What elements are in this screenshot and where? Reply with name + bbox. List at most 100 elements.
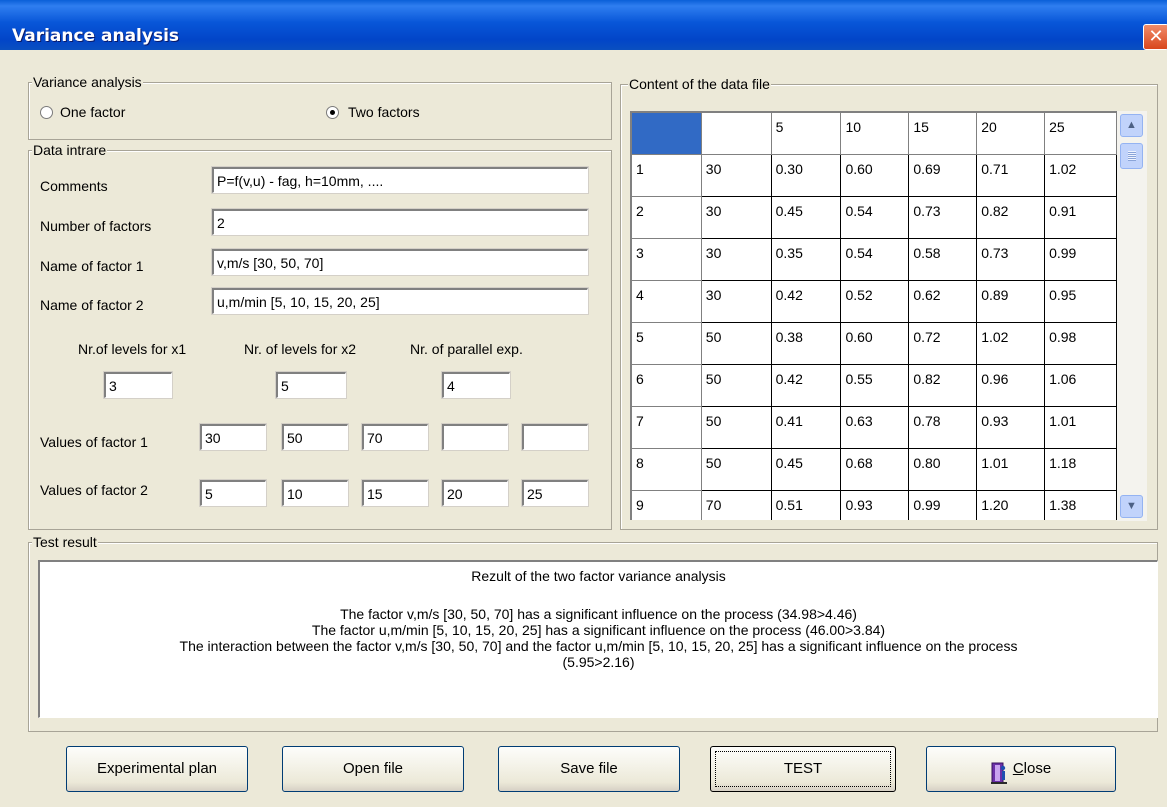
factor1-value-field[interactable]: [521, 423, 589, 451]
grid-cell[interactable]: 0.78: [908, 406, 978, 449]
grid-cell[interactable]: 5: [770, 112, 842, 155]
grid-cell[interactable]: 0.42: [770, 280, 842, 323]
test-result-box[interactable]: Rezult of the two factor variance analys…: [38, 560, 1158, 718]
test-button[interactable]: TEST: [710, 746, 896, 792]
grid-cell[interactable]: 0.45: [770, 196, 842, 239]
one-factor-radio[interactable]: [40, 106, 53, 119]
grid-cell[interactable]: 1.06: [1044, 364, 1117, 407]
grid-cell[interactable]: 0.51: [770, 490, 842, 520]
grid-cell[interactable]: 0.72: [908, 322, 978, 365]
grid-cell[interactable]: 8: [631, 448, 702, 491]
experimental-plan-button[interactable]: Experimental plan: [66, 746, 248, 792]
grid-cell[interactable]: 0.54: [840, 196, 910, 239]
window-close-button[interactable]: ✕: [1143, 24, 1167, 50]
two-factors-label[interactable]: Two factors: [348, 104, 420, 120]
levels-x2-field[interactable]: 5: [275, 371, 347, 399]
scroll-thumb[interactable]: [1120, 143, 1143, 169]
close-button[interactable]: Close: [926, 746, 1116, 792]
grid-cell[interactable]: 0.38: [770, 322, 842, 365]
grid-cell[interactable]: 0.60: [840, 154, 910, 197]
grid-cell[interactable]: 0.63: [840, 406, 910, 449]
grid-cell[interactable]: 50: [700, 448, 772, 491]
one-factor-label[interactable]: One factor: [60, 104, 125, 120]
grid-cell[interactable]: 7: [631, 406, 702, 449]
grid-cell[interactable]: 50: [700, 406, 772, 449]
grid-scrollbar[interactable]: ▲ ▼: [1117, 111, 1147, 521]
factor1-value-field[interactable]: 30: [199, 423, 267, 451]
grid-cell[interactable]: 1.20: [976, 490, 1046, 520]
grid-cell[interactable]: 1: [631, 154, 702, 197]
grid-cell[interactable]: 0.91: [1044, 196, 1117, 239]
grid-cell[interactable]: 0.62: [908, 280, 978, 323]
grid-cell[interactable]: 5: [631, 322, 702, 365]
grid-cell[interactable]: 0.89: [976, 280, 1046, 323]
grid-cell[interactable]: 0.99: [1044, 238, 1117, 281]
grid-cell[interactable]: 0.60: [840, 322, 910, 365]
grid-cell[interactable]: 0.82: [908, 364, 978, 407]
grid-cell[interactable]: 30: [700, 196, 772, 239]
grid-cell[interactable]: 0.35: [770, 238, 842, 281]
grid-cell[interactable]: 70: [700, 490, 772, 520]
scroll-up-icon[interactable]: ▲: [1120, 114, 1143, 137]
factor2-value-field[interactable]: 5: [199, 479, 267, 507]
grid-cell[interactable]: 9: [631, 490, 702, 520]
grid-cell[interactable]: 1.18: [1044, 448, 1117, 491]
grid-cell[interactable]: 0.80: [908, 448, 978, 491]
open-file-button[interactable]: Open file: [282, 746, 464, 792]
grid-cell[interactable]: 0.96: [976, 364, 1046, 407]
grid-cell[interactable]: 0.99: [908, 490, 978, 520]
grid-cell[interactable]: 0.45: [770, 448, 842, 491]
grid-cell[interactable]: 0.93: [976, 406, 1046, 449]
grid-cell[interactable]: 1.01: [1044, 406, 1117, 449]
grid-cell[interactable]: 1.02: [976, 322, 1046, 365]
grid-cell[interactable]: 0.93: [840, 490, 910, 520]
grid-cell[interactable]: 1.01: [976, 448, 1046, 491]
grid-cell[interactable]: 0.98: [1044, 322, 1117, 365]
grid-cell[interactable]: 0.73: [908, 196, 978, 239]
data-grid[interactable]: 5 10 15 20 25 1 30 0.30 0.60 0.69 0.71 1.02 2 30 0.45 0…: [630, 111, 1117, 520]
grid-cell[interactable]: 1.02: [1044, 154, 1117, 197]
grid-cell[interactable]: [700, 112, 772, 155]
grid-cell[interactable]: 0.42: [770, 364, 842, 407]
grid-cell[interactable]: 30: [700, 154, 772, 197]
parallel-exp-field[interactable]: 4: [441, 371, 511, 399]
grid-cell[interactable]: 0.68: [840, 448, 910, 491]
factor2-value-field[interactable]: 10: [281, 479, 349, 507]
two-factors-radio[interactable]: [326, 106, 339, 119]
grid-cell[interactable]: 15: [908, 112, 978, 155]
factor2-name-field[interactable]: u,m/min [5, 10, 15, 20, 25]: [211, 287, 589, 315]
grid-cell[interactable]: 0.71: [976, 154, 1046, 197]
factor1-name-field[interactable]: v,m/s [30, 50, 70]: [211, 248, 589, 276]
scroll-down-icon[interactable]: ▼: [1120, 495, 1143, 518]
grid-cell[interactable]: 30: [700, 280, 772, 323]
grid-cell[interactable]: 50: [700, 364, 772, 407]
grid-cell[interactable]: [631, 112, 702, 155]
grid-cell[interactable]: 50: [700, 322, 772, 365]
grid-cell[interactable]: 30: [700, 238, 772, 281]
grid-cell[interactable]: 6: [631, 364, 702, 407]
factor2-value-field[interactable]: 25: [521, 479, 589, 507]
grid-cell[interactable]: 0.73: [976, 238, 1046, 281]
grid-cell[interactable]: 0.69: [908, 154, 978, 197]
grid-cell[interactable]: 4: [631, 280, 702, 323]
factor1-value-field[interactable]: [441, 423, 509, 451]
grid-cell[interactable]: 0.30: [770, 154, 842, 197]
grid-cell[interactable]: 25: [1044, 112, 1117, 155]
factor1-value-field[interactable]: 70: [361, 423, 429, 451]
comments-field[interactable]: P=f(v,u) - fag, h=10mm, ....: [211, 166, 589, 194]
number-of-factors-field[interactable]: 2: [211, 208, 589, 236]
grid-cell[interactable]: 3: [631, 238, 702, 281]
levels-x1-field[interactable]: 3: [103, 371, 173, 399]
grid-cell[interactable]: 20: [976, 112, 1046, 155]
save-file-button[interactable]: Save file: [498, 746, 680, 792]
grid-cell[interactable]: 0.54: [840, 238, 910, 281]
grid-cell[interactable]: 10: [840, 112, 910, 155]
factor1-value-field[interactable]: 50: [281, 423, 349, 451]
factor2-value-field[interactable]: 20: [441, 479, 509, 507]
grid-cell[interactable]: 1.38: [1044, 490, 1117, 520]
factor2-value-field[interactable]: 15: [361, 479, 429, 507]
grid-cell[interactable]: 0.95: [1044, 280, 1117, 323]
grid-cell[interactable]: 0.52: [840, 280, 910, 323]
grid-cell[interactable]: 0.82: [976, 196, 1046, 239]
grid-cell[interactable]: 0.58: [908, 238, 978, 281]
